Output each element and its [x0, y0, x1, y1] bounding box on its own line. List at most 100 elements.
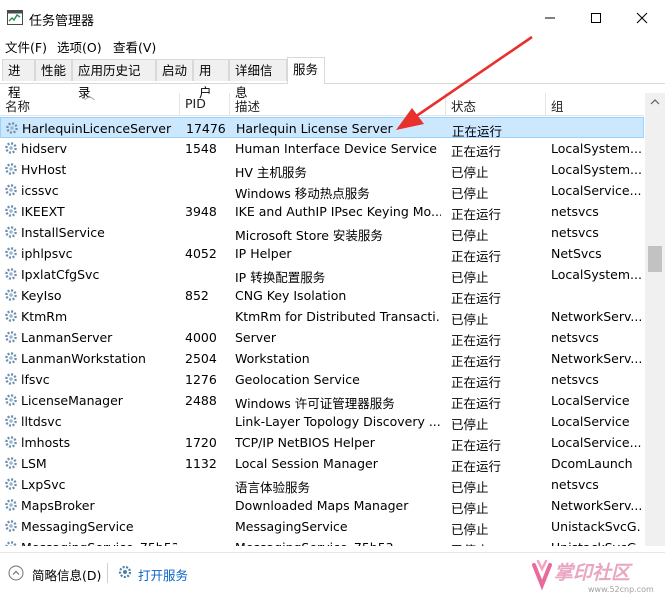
service-status: 已停止 [451, 540, 543, 546]
service-group: LocalSystem... [551, 162, 641, 177]
window-title: 任务管理器 [29, 14, 95, 29]
table-row[interactable]: MessagingService_75b53 MessagingService_7… [0, 537, 644, 546]
service-description: IP 转换配置服务 [235, 270, 326, 285]
service-gear-icon [5, 478, 17, 490]
fewer-details-button[interactable]: 简略信息(D) [32, 565, 101, 584]
service-gear-icon [5, 352, 17, 364]
close-button[interactable] [619, 0, 665, 36]
column-divider[interactable] [545, 93, 546, 115]
table-row[interactable]: HvHost HV 主机服务 已停止 LocalSystem... [0, 159, 644, 180]
service-pid: 852 [185, 288, 209, 303]
service-status: 正在运行 [451, 354, 502, 369]
tab-details[interactable]: 详细信息 [229, 59, 287, 100]
service-name: IKEEXT [21, 204, 65, 219]
service-description: Downloaded Maps Manager [235, 498, 409, 513]
service-status: 正在运行 [451, 333, 502, 348]
table-row[interactable]: iphlpsvc 4052 IP Helper 正在运行 NetSvcs [0, 243, 644, 264]
tab-startup[interactable]: 启动 [156, 59, 193, 81]
maximize-button[interactable] [573, 0, 619, 36]
service-description: Human Interface Device Service [235, 141, 437, 156]
scrollbar-thumb[interactable] [648, 246, 662, 272]
service-name: iphlpsvc [21, 246, 73, 261]
service-status: 已停止 [451, 417, 489, 432]
table-row[interactable]: icssvc Windows 移动热点服务 已停止 LocalService... [0, 180, 644, 201]
service-name: lltdsvc [21, 414, 62, 429]
column-divider[interactable] [179, 93, 180, 115]
tab-app-history[interactable]: 应用历史记录 [72, 59, 156, 100]
table-row[interactable]: lfsvc 1276 Geolocation Service 正在运行 netsvcs [0, 369, 644, 390]
table-row[interactable]: LanmanWorkstation 2504 Workstation 正在运行 Netw… [0, 348, 644, 369]
service-gear-icon [5, 163, 17, 175]
table-row[interactable]: MapsBroker Downloaded Maps Manager 已停止 Netw… [0, 495, 644, 516]
column-divider[interactable] [229, 93, 230, 115]
service-description: IKE and AuthIP IPsec Keying Mo... [235, 204, 441, 219]
tab-processes[interactable]: 进程 [2, 59, 35, 100]
service-gear-icon [5, 499, 17, 511]
menu-options[interactable]: 选项(O) [57, 37, 102, 56]
scroll-up-icon[interactable] [645, 95, 665, 109]
column-divider[interactable] [445, 93, 446, 115]
column-header-group[interactable]: 组 [551, 96, 564, 115]
table-row[interactable]: MessagingService MessagingService 已停止 Unist… [0, 516, 644, 537]
service-group: LocalService [551, 414, 630, 429]
table-row[interactable]: HarlequinLicenceServer 17476 Harlequin Lic… [0, 117, 644, 139]
table-row[interactable]: lmhosts 1720 TCP/IP NetBIOS Helper 正在运行 Loca… [0, 432, 644, 453]
service-status: 正在运行 [451, 291, 502, 306]
service-name: LxpSvc [21, 477, 66, 492]
service-pid: 4052 [185, 246, 217, 261]
table-row[interactable]: IKEEXT 3948 IKE and AuthIP IPsec Keying Mo… [0, 201, 644, 222]
minimize-icon [545, 17, 555, 19]
table-header: ︿ 名称 PID 描述 状态 组 [0, 93, 644, 116]
service-group: LocalSystem... [551, 141, 641, 156]
tab-services[interactable]: 服务 [287, 57, 325, 84]
service-description: KtmRm for Distributed Transacti... [235, 309, 441, 324]
service-name: lfsvc [21, 372, 50, 387]
service-group: LocalService [551, 393, 630, 408]
menu-file[interactable]: 文件(F) [5, 37, 47, 56]
menu-bar: 文件(F) 选项(O) 查看(V) [0, 36, 665, 56]
column-header-status[interactable]: 状态 [451, 96, 476, 115]
divider [107, 563, 108, 583]
title-bar: 任务管理器 [0, 0, 665, 36]
tab-users[interactable]: 用户 [193, 59, 229, 100]
service-pid: 1720 [185, 435, 217, 450]
service-group: netsvcs [551, 477, 599, 492]
service-pid: 1548 [185, 141, 217, 156]
table-row[interactable]: IpxlatCfgSvc IP 转换配置服务 已停止 LocalSystem... [0, 264, 644, 285]
service-gear-icon [5, 268, 17, 280]
table-row[interactable]: lltdsvc Link-Layer Topology Discovery ...… [0, 411, 644, 432]
service-name: HvHost [21, 162, 67, 177]
service-description: Link-Layer Topology Discovery ... [235, 414, 441, 429]
service-pid: 2488 [185, 393, 217, 408]
service-pid: 4000 [185, 330, 217, 345]
column-header-pid[interactable]: PID [185, 96, 206, 111]
service-description: TCP/IP NetBIOS Helper [235, 435, 375, 450]
service-description: 语言体验服务 [235, 480, 311, 495]
table-row[interactable]: LSM 1132 Local Session Manager 正在运行 DcomLaun… [0, 453, 644, 474]
table-row[interactable]: KeyIso 852 CNG Key Isolation 正在运行 [0, 285, 644, 306]
vertical-scrollbar[interactable] [645, 93, 665, 546]
service-group: NetworkServ... [551, 498, 641, 513]
service-description: Windows 移动热点服务 [235, 186, 370, 201]
service-gear-icon [5, 331, 17, 343]
table-row[interactable]: KtmRm KtmRm for Distributed Transacti... 已… [0, 306, 644, 327]
service-gear-icon [5, 184, 17, 196]
minimize-button[interactable] [527, 0, 573, 36]
table-row[interactable]: hidserv 1548 Human Interface Device Servic… [0, 138, 644, 159]
table-row[interactable]: LxpSvc 语言体验服务 已停止 netsvcs [0, 474, 644, 495]
service-gear-icon [5, 226, 17, 238]
table-row[interactable]: LanmanServer 4000 Server 正在运行 netsvcs [0, 327, 644, 348]
column-header-description[interactable]: 描述 [235, 96, 260, 115]
table-row[interactable]: InstallService Microsoft Store 安装服务 已停止 net… [0, 222, 644, 243]
service-description: Geolocation Service [235, 372, 360, 387]
service-name: InstallService [21, 225, 105, 240]
menu-view[interactable]: 查看(V) [113, 37, 156, 56]
service-gear-icon [5, 541, 17, 546]
column-header-name[interactable]: 名称 [5, 96, 30, 115]
table-row[interactable]: LicenseManager 2488 Windows 许可证管理器服务 正在运行 Lo… [0, 390, 644, 411]
tab-performance[interactable]: 性能 [35, 59, 72, 81]
service-status: 已停止 [451, 312, 489, 327]
open-services-link[interactable]: 打开服务 [138, 565, 188, 584]
service-description: Local Session Manager [235, 456, 378, 471]
collapse-up-icon[interactable] [8, 565, 24, 581]
